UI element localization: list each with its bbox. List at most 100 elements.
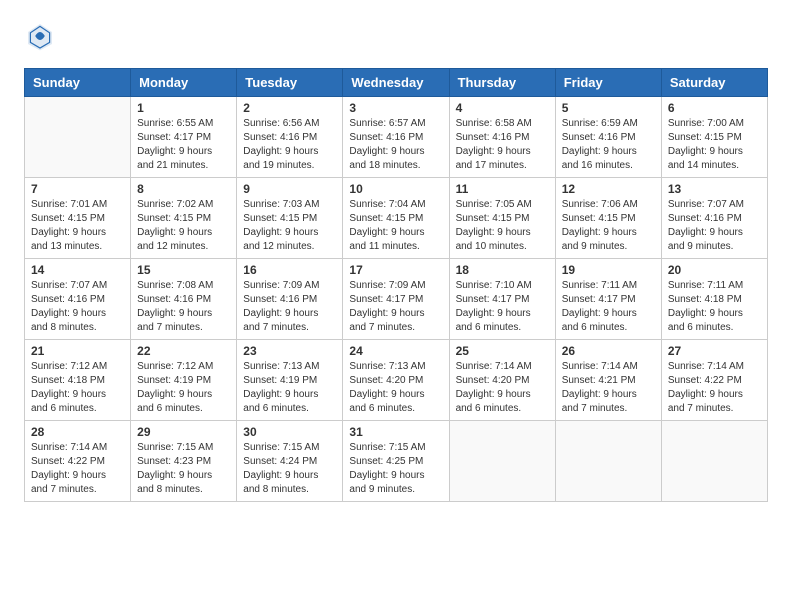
weekday-header: Tuesday <box>237 69 343 97</box>
day-info: Sunrise: 7:00 AMSunset: 4:15 PMDaylight:… <box>668 117 761 173</box>
calendar-cell: 31Sunrise: 7:15 AMSunset: 4:25 PMDayligh… <box>343 421 449 502</box>
day-number: 28 <box>31 425 124 439</box>
day-number: 18 <box>456 263 549 277</box>
day-info: Sunrise: 7:10 AMSunset: 4:17 PMDaylight:… <box>456 279 549 335</box>
calendar-cell <box>555 421 661 502</box>
day-info: Sunrise: 7:14 AMSunset: 4:20 PMDaylight:… <box>456 360 549 416</box>
day-info: Sunrise: 7:02 AMSunset: 4:15 PMDaylight:… <box>137 198 230 254</box>
calendar-cell: 13 Sunrise: 7:07 AMSunset: 4:16 PMDayligh… <box>661 178 767 259</box>
calendar-table: SundayMondayTuesdayWednesdayThursdayFrid… <box>24 68 768 502</box>
calendar-header-row: SundayMondayTuesdayWednesdayThursdayFrid… <box>25 69 768 97</box>
day-number: 3 <box>349 101 442 115</box>
calendar-cell: 28Sunrise: 7:14 AMSunset: 4:22 PMDayligh… <box>25 421 131 502</box>
calendar-cell: 23 Sunrise: 7:13 AMSunset: 4:19 PMDayligh… <box>237 340 343 421</box>
weekday-header: Monday <box>131 69 237 97</box>
day-number: 15 <box>137 263 230 277</box>
day-info: Sunrise: 7:04 AMSunset: 4:15 PMDaylight:… <box>349 198 442 254</box>
day-number: 14 <box>31 263 124 277</box>
day-info: Sunrise: 6:58 AMSunset: 4:16 PMDaylight:… <box>456 117 549 173</box>
day-info: Sunrise: 7:13 AMSunset: 4:19 PMDaylight:… <box>243 360 336 416</box>
day-info: Sunrise: 7:09 AMSunset: 4:16 PMDaylight:… <box>243 279 336 335</box>
day-info: Sunrise: 7:06 AMSunset: 4:15 PMDaylight:… <box>562 198 655 254</box>
day-info: Sunrise: 6:59 AMSunset: 4:16 PMDaylight:… <box>562 117 655 173</box>
calendar-cell: 18 Sunrise: 7:10 AMSunset: 4:17 PMDayligh… <box>449 259 555 340</box>
weekday-header: Sunday <box>25 69 131 97</box>
calendar-cell: 29 Sunrise: 7:15 AMSunset: 4:23 PMDayligh… <box>131 421 237 502</box>
day-number: 24 <box>349 344 442 358</box>
calendar-cell: 3 Sunrise: 6:57 AMSunset: 4:16 PMDaylight… <box>343 97 449 178</box>
day-info: Sunrise: 6:57 AMSunset: 4:16 PMDaylight:… <box>349 117 442 173</box>
day-info: Sunrise: 7:15 AMSunset: 4:23 PMDaylight:… <box>137 441 230 497</box>
day-number: 12 <box>562 182 655 196</box>
calendar-cell: 7 Sunrise: 7:01 AMSunset: 4:15 PMDaylight… <box>25 178 131 259</box>
calendar-cell: 17 Sunrise: 7:09 AMSunset: 4:17 PMDayligh… <box>343 259 449 340</box>
day-number: 5 <box>562 101 655 115</box>
calendar-week-row: 14 Sunrise: 7:07 AMSunset: 4:16 PMDayligh… <box>25 259 768 340</box>
day-number: 25 <box>456 344 549 358</box>
calendar-cell: 16 Sunrise: 7:09 AMSunset: 4:16 PMDayligh… <box>237 259 343 340</box>
calendar-cell: 2 Sunrise: 6:56 AMSunset: 4:16 PMDaylight… <box>237 97 343 178</box>
calendar-cell: 9 Sunrise: 7:03 AMSunset: 4:15 PMDaylight… <box>237 178 343 259</box>
weekday-header: Wednesday <box>343 69 449 97</box>
day-number: 9 <box>243 182 336 196</box>
day-info: Sunrise: 7:11 AMSunset: 4:18 PMDaylight:… <box>668 279 761 335</box>
day-info: Sunrise: 7:11 AMSunset: 4:17 PMDaylight:… <box>562 279 655 335</box>
day-info: Sunrise: 6:56 AMSunset: 4:16 PMDaylight:… <box>243 117 336 173</box>
calendar-cell: 1Sunrise: 6:55 AMSunset: 4:17 PMDaylight… <box>131 97 237 178</box>
day-number: 16 <box>243 263 336 277</box>
day-info: Sunrise: 7:15 AMSunset: 4:24 PMDaylight:… <box>243 441 336 497</box>
weekday-header: Thursday <box>449 69 555 97</box>
day-number: 30 <box>243 425 336 439</box>
day-number: 29 <box>137 425 230 439</box>
calendar-cell: 21Sunrise: 7:12 AMSunset: 4:18 PMDayligh… <box>25 340 131 421</box>
calendar-week-row: 7 Sunrise: 7:01 AMSunset: 4:15 PMDaylight… <box>25 178 768 259</box>
calendar-cell: 5 Sunrise: 6:59 AMSunset: 4:16 PMDaylight… <box>555 97 661 178</box>
day-number: 8 <box>137 182 230 196</box>
day-info: Sunrise: 7:14 AMSunset: 4:22 PMDaylight:… <box>668 360 761 416</box>
calendar-cell: 12 Sunrise: 7:06 AMSunset: 4:15 PMDayligh… <box>555 178 661 259</box>
day-info: Sunrise: 7:09 AMSunset: 4:17 PMDaylight:… <box>349 279 442 335</box>
day-number: 1 <box>137 101 230 115</box>
calendar-cell <box>25 97 131 178</box>
day-number: 22 <box>137 344 230 358</box>
day-number: 23 <box>243 344 336 358</box>
calendar-cell: 8 Sunrise: 7:02 AMSunset: 4:15 PMDaylight… <box>131 178 237 259</box>
day-info: Sunrise: 7:01 AMSunset: 4:15 PMDaylight:… <box>31 198 124 254</box>
weekday-header: Saturday <box>661 69 767 97</box>
day-number: 6 <box>668 101 761 115</box>
day-info: Sunrise: 7:03 AMSunset: 4:15 PMDaylight:… <box>243 198 336 254</box>
day-number: 13 <box>668 182 761 196</box>
day-number: 19 <box>562 263 655 277</box>
day-number: 20 <box>668 263 761 277</box>
day-info: Sunrise: 7:05 AMSunset: 4:15 PMDaylight:… <box>456 198 549 254</box>
calendar-cell: 20 Sunrise: 7:11 AMSunset: 4:18 PMDayligh… <box>661 259 767 340</box>
calendar-cell <box>661 421 767 502</box>
calendar-cell: 30 Sunrise: 7:15 AMSunset: 4:24 PMDayligh… <box>237 421 343 502</box>
day-info: Sunrise: 7:07 AMSunset: 4:16 PMDaylight:… <box>31 279 124 335</box>
calendar-cell: 14 Sunrise: 7:07 AMSunset: 4:16 PMDayligh… <box>25 259 131 340</box>
day-number: 11 <box>456 182 549 196</box>
day-number: 2 <box>243 101 336 115</box>
calendar-week-row: 28Sunrise: 7:14 AMSunset: 4:22 PMDayligh… <box>25 421 768 502</box>
calendar-cell: 27Sunrise: 7:14 AMSunset: 4:22 PMDayligh… <box>661 340 767 421</box>
day-info: Sunrise: 7:12 AMSunset: 4:19 PMDaylight:… <box>137 360 230 416</box>
day-number: 17 <box>349 263 442 277</box>
day-info: Sunrise: 7:13 AMSunset: 4:20 PMDaylight:… <box>349 360 442 416</box>
day-info: Sunrise: 7:07 AMSunset: 4:16 PMDaylight:… <box>668 198 761 254</box>
calendar-cell: 10Sunrise: 7:04 AMSunset: 4:15 PMDayligh… <box>343 178 449 259</box>
calendar-cell: 26 Sunrise: 7:14 AMSunset: 4:21 PMDayligh… <box>555 340 661 421</box>
day-number: 31 <box>349 425 442 439</box>
day-info: Sunrise: 7:08 AMSunset: 4:16 PMDaylight:… <box>137 279 230 335</box>
calendar-cell <box>449 421 555 502</box>
day-number: 26 <box>562 344 655 358</box>
calendar-week-row: 1Sunrise: 6:55 AMSunset: 4:17 PMDaylight… <box>25 97 768 178</box>
calendar-cell: 22 Sunrise: 7:12 AMSunset: 4:19 PMDayligh… <box>131 340 237 421</box>
logo <box>24 20 62 52</box>
calendar-cell: 4 Sunrise: 6:58 AMSunset: 4:16 PMDaylight… <box>449 97 555 178</box>
day-number: 4 <box>456 101 549 115</box>
weekday-header: Friday <box>555 69 661 97</box>
day-info: Sunrise: 7:14 AMSunset: 4:21 PMDaylight:… <box>562 360 655 416</box>
calendar-week-row: 21Sunrise: 7:12 AMSunset: 4:18 PMDayligh… <box>25 340 768 421</box>
calendar-cell: 19 Sunrise: 7:11 AMSunset: 4:17 PMDayligh… <box>555 259 661 340</box>
day-number: 7 <box>31 182 124 196</box>
